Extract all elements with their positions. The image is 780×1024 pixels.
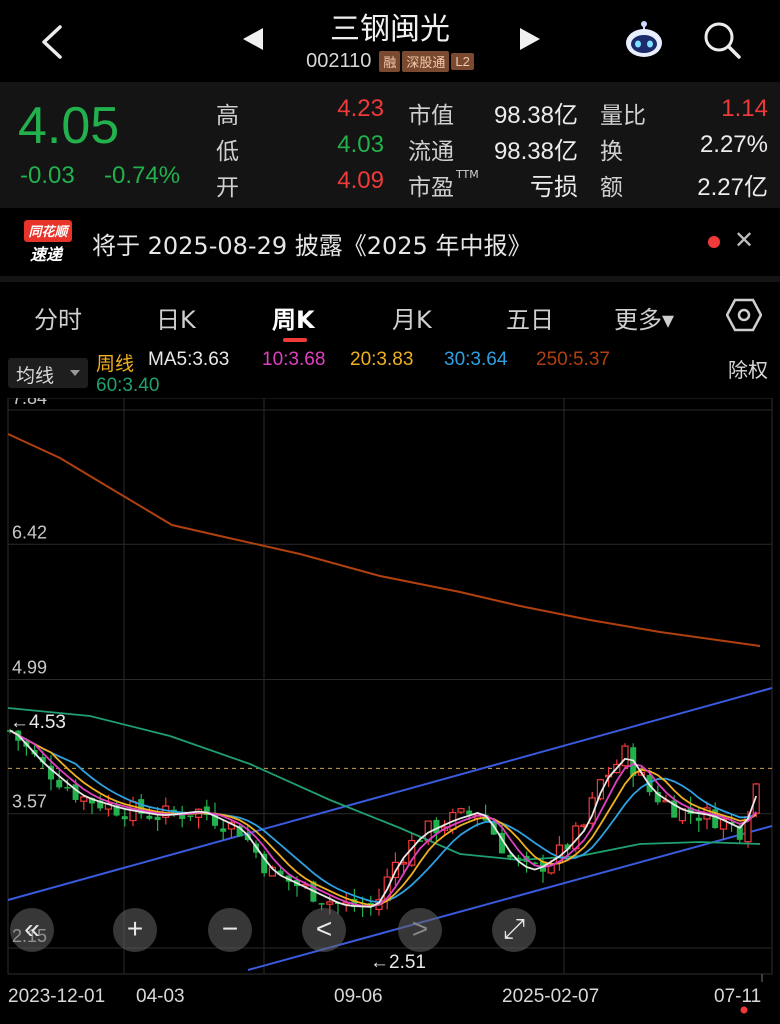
amount-label: 额 xyxy=(600,175,623,201)
scroll-left-button[interactable]: < xyxy=(302,908,346,952)
price-change: -0.03 xyxy=(20,162,75,189)
candle-down xyxy=(121,816,128,820)
y-axis-tick-label: 6.42 xyxy=(12,522,47,542)
last-price: 4.05 xyxy=(18,97,120,155)
open-label: 开 xyxy=(216,175,239,201)
float-label: 流通 xyxy=(408,139,454,165)
tab-more[interactable]: 更多▾ xyxy=(614,300,674,335)
candle-down xyxy=(695,817,702,821)
candle-down xyxy=(154,816,161,821)
ma-period-label: 周线 xyxy=(96,354,135,375)
x-axis-tick-label: 2025-02-07 xyxy=(502,986,599,1007)
y-axis-tick-label: 7.84 xyxy=(12,398,47,408)
chart-settings-hexagon-icon[interactable] xyxy=(726,298,762,332)
prev-stock-arrow-icon[interactable] xyxy=(243,28,263,50)
scroll-right-button[interactable]: > xyxy=(398,908,442,952)
candle-down xyxy=(64,787,71,789)
assistant-robot-icon[interactable] xyxy=(622,18,666,62)
express-news-logo: 同花顺 速递 xyxy=(24,220,72,264)
tab-intraday[interactable]: 分时 xyxy=(34,300,82,335)
mcap-value: 98.38亿 xyxy=(493,102,578,129)
candle-up xyxy=(621,745,629,767)
candle-up xyxy=(457,808,465,813)
high-label: 高 xyxy=(216,103,239,129)
ma10-legend: 10:3.68 xyxy=(262,349,326,370)
candle-down xyxy=(146,815,153,819)
search-icon[interactable] xyxy=(700,18,744,62)
ma-select-label: 均线 xyxy=(16,365,55,387)
pe-label: 市盈TTM xyxy=(408,168,479,202)
tab-five-day[interactable]: 五日 xyxy=(506,300,554,335)
level2-tag: L2 xyxy=(451,53,474,71)
low-label: 低 xyxy=(216,139,239,165)
ma250-line xyxy=(7,433,761,647)
ma250-legend: 250:5.37 xyxy=(536,349,610,370)
candle-up xyxy=(326,901,334,905)
ma60-legend: 60:3.40 xyxy=(96,375,160,396)
x-axis-tick-label: 2023-12-01 xyxy=(8,986,105,1007)
x-axis-tick-label: 07-11 xyxy=(714,986,761,1007)
scroll-to-start-button[interactable]: « xyxy=(10,908,54,952)
stock-code: 002110 xyxy=(306,50,372,73)
zoom-out-button[interactable]: − xyxy=(208,908,252,952)
unread-dot xyxy=(708,236,720,248)
candle-down xyxy=(318,903,325,905)
tab-monthly-k[interactable]: 月K xyxy=(392,300,432,335)
ex-rights-toggle[interactable]: 除权 xyxy=(728,354,768,383)
volume-ratio-label: 量比 xyxy=(600,103,646,129)
dropdown-caret-icon xyxy=(70,370,80,376)
float-value: 98.38亿 xyxy=(493,138,578,165)
zoom-in-button[interactable]: + xyxy=(113,908,157,952)
ma-indicator-select[interactable]: 均线 xyxy=(8,358,88,388)
next-stock-arrow-icon[interactable] xyxy=(520,28,540,50)
mcap-label: 市值 xyxy=(408,103,454,129)
active-tab-indicator xyxy=(283,338,307,342)
turnover-value: 2.27% xyxy=(699,131,768,158)
price-change-percent: -0.74% xyxy=(104,162,181,189)
notice-close-icon[interactable]: ✕ xyxy=(734,226,754,255)
candle-down xyxy=(433,819,440,834)
candle-up xyxy=(80,796,88,802)
open-value: 4.09 xyxy=(337,167,384,194)
logo-bottom-text: 速递 xyxy=(30,245,64,264)
amount-value: 2.27亿 xyxy=(697,174,768,201)
connect-tag: 深股通 xyxy=(402,51,450,73)
ma30-legend: 30:3.64 xyxy=(444,349,508,370)
y-axis-tick-label: 3.57 xyxy=(12,792,47,812)
y-axis-tick-label: 4.99 xyxy=(12,657,47,677)
candle-down xyxy=(220,828,227,832)
bottom-bar xyxy=(0,1016,780,1024)
low-price-marker: ←2.51 xyxy=(370,952,426,973)
latest-date-dot xyxy=(740,1006,748,1014)
high-value: 4.23 xyxy=(337,95,384,122)
ma5-legend: MA5:3.63 xyxy=(148,349,230,370)
ma20-legend: 20:3.83 xyxy=(350,349,414,370)
volume-ratio-value: 1.14 xyxy=(721,95,768,122)
logo-top-text: 同花顺 xyxy=(28,224,70,240)
x-axis-tick-label: 09-06 xyxy=(334,986,383,1007)
margin-tag: 融 xyxy=(379,51,401,73)
candle-up xyxy=(752,783,760,814)
low-value: 4.03 xyxy=(337,131,384,158)
candle-down xyxy=(56,779,63,788)
candle-down xyxy=(187,815,194,817)
pe-value: 亏损 xyxy=(530,174,578,201)
tab-weekly-k[interactable]: 周K xyxy=(272,300,315,335)
tab-daily-k[interactable]: 日K xyxy=(156,300,196,335)
pe-label-text: 市盈 xyxy=(408,175,454,201)
notice-text[interactable]: 将于 2025-08-29 披露《2025 年中报》 xyxy=(92,226,531,261)
x-axis-tick-label: 04-03 xyxy=(136,986,185,1007)
fullscreen-button[interactable]: ⤢ xyxy=(492,908,536,952)
high-price-marker: ←4.53 xyxy=(10,712,66,733)
turnover-label: 换 xyxy=(600,139,623,165)
